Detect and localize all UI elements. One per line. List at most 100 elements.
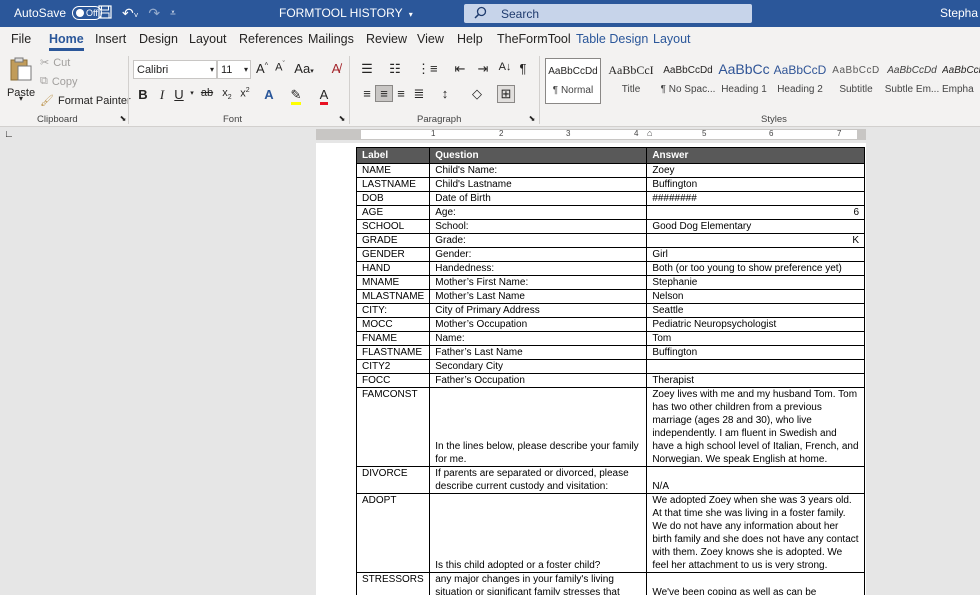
align-left-icon[interactable]: ≡ [358,86,376,101]
cell-question[interactable]: If parents are separated or divorced, pl… [429,466,648,494]
shrink-font-icon[interactable]: Aˇ [271,61,289,74]
tab-design[interactable]: Design [139,32,178,46]
style-subtitle[interactable]: AaBbCcD Subtitle [828,58,884,104]
cell-label[interactable]: CITY2 [355,359,431,374]
align-right-icon[interactable]: ≡ [392,86,410,101]
cell-label[interactable]: MLASTNAME [355,289,431,304]
cut-button[interactable]: ✂ Cut [40,56,70,70]
cell-answer[interactable]: Stephanie [646,275,865,290]
cell-answer[interactable]: Pediatric Neuropsychologist [646,317,865,332]
cell-answer[interactable]: K [646,233,865,248]
cell-answer[interactable]: N/A [646,466,865,494]
shading-icon[interactable]: ◇ [468,86,486,102]
cell-question[interactable]: Age: [429,205,648,220]
cell-answer[interactable]: Girl [646,247,865,262]
cell-label[interactable]: GRADE [355,233,431,248]
tab-table-design[interactable]: Table Design [576,32,648,46]
paste-chevron-icon[interactable]: ▾ [8,94,34,103]
tab-home[interactable]: Home [49,32,84,51]
cell-answer[interactable]: 6 [646,205,865,220]
cell-label[interactable]: ADOPT [355,493,431,573]
highlight-icon[interactable]: ✎ [287,87,305,105]
tab-theformtool[interactable]: TheFormTool [497,32,571,46]
cell-answer[interactable]: Seattle [646,303,865,318]
style-no-spacing[interactable]: AaBbCcDd ¶ No Spac... [660,58,716,104]
search-box[interactable]: Search [464,4,752,23]
cell-question[interactable]: Child's Name: [429,163,648,178]
tab-review[interactable]: Review [366,32,407,46]
line-spacing-icon[interactable]: ↕ [436,86,454,101]
paste-button[interactable]: Paste [7,56,35,99]
cell-question[interactable]: Handedness: [429,261,648,276]
cell-label[interactable]: CITY: [355,303,431,318]
justify-icon[interactable]: ≣ [410,86,428,102]
style-heading-1[interactable]: AaBbCc Heading 1 [716,58,772,104]
undo-icon[interactable]: ↶˅ [122,5,138,22]
style-normal[interactable]: AaBbCcDd ¶ Normal [545,58,601,104]
cell-label[interactable]: FAMCONST [355,387,431,467]
customize-qat-icon[interactable]: ⩡ [170,8,176,19]
cell-label[interactable]: HAND [355,261,431,276]
cell-question[interactable]: Mother’s First Name: [429,275,648,290]
format-painter-button[interactable]: 🖌 Format Painter [40,94,131,108]
tab-selector-icon[interactable]: ∟ [4,129,14,140]
tab-mailings[interactable]: Mailings [308,32,354,46]
tab-layout[interactable]: Layout [189,32,227,46]
cell-label[interactable]: LASTNAME [355,177,431,192]
cell-label[interactable]: MOCC [355,317,431,332]
cell-question[interactable]: Gender: [429,247,648,262]
cell-answer[interactable]: Good Dog Elementary [646,219,865,234]
cell-answer[interactable]: Buffington [646,345,865,360]
align-center-icon[interactable]: ≡ [375,85,393,102]
cell-question[interactable]: Grade: [429,233,648,248]
cell-question[interactable]: Secondary City [429,359,648,374]
cell-label[interactable]: DIVORCE [355,466,431,494]
cell-label[interactable]: NAME [355,163,431,178]
grow-font-icon[interactable]: A^ [253,61,271,76]
cell-question[interactable]: In the lines below, please describe your… [429,387,648,467]
bold-icon[interactable]: B [134,87,152,102]
strikethrough-icon[interactable]: ab [198,87,216,99]
borders-icon[interactable]: ⊞ [497,85,515,103]
cell-question[interactable]: Date of Birth [429,191,648,206]
autosave-control[interactable]: AutoSave Off [14,6,103,20]
style-emphasis[interactable]: AaBbCcl Empha [942,58,980,104]
header-question[interactable]: Question [429,147,648,164]
superscript-icon[interactable]: x2 [236,87,254,100]
cell-answer[interactable]: We've been coping as well as can be expe… [646,572,865,595]
show-formatting-icon[interactable]: ¶ [514,61,532,76]
cell-question[interactable]: School: [429,219,648,234]
font-name-select[interactable]: Calibri ▾ [133,60,217,79]
cell-question[interactable]: Name: [429,331,648,346]
tab-help[interactable]: Help [457,32,483,46]
text-effects-icon[interactable]: A [260,87,278,102]
cell-label[interactable]: STRESSORS [355,572,431,595]
cell-question[interactable]: City of Primary Address [429,303,648,318]
cell-question[interactable]: Child's Lastname [429,177,648,192]
decrease-indent-icon[interactable]: ⇤ [451,61,469,77]
cell-question[interactable]: Is this child adopted or a foster child? [429,493,648,573]
cell-label[interactable]: AGE [355,205,431,220]
horizontal-ruler[interactable]: 1 2 3 4 5 6 7 ⌂ [316,128,866,140]
tab-table-layout[interactable]: Layout [653,32,691,46]
save-icon[interactable] [98,5,112,22]
header-answer[interactable]: Answer [646,147,865,164]
cell-answer[interactable]: Buffington [646,177,865,192]
redo-icon[interactable]: ↷ [148,5,160,22]
header-label[interactable]: Label [355,147,431,164]
cell-answer[interactable]: We adopted Zoey when she was 3 years old… [646,493,865,573]
tab-references[interactable]: References [239,32,303,46]
tab-file[interactable]: File [11,32,31,46]
cell-question[interactable]: Mother’s Occupation [429,317,648,332]
bullets-icon[interactable]: ☰ [358,61,376,77]
tab-insert[interactable]: Insert [95,32,126,46]
increase-indent-icon[interactable]: ⇥ [474,61,492,77]
italic-icon[interactable]: I [153,87,171,103]
cell-question[interactable]: Father’s Occupation [429,373,648,388]
numbering-icon[interactable]: ☷ [386,61,404,77]
cell-answer[interactable] [646,359,865,374]
cell-label[interactable]: DOB [355,191,431,206]
cell-label[interactable]: MNAME [355,275,431,290]
cell-answer[interactable]: Nelson [646,289,865,304]
user-name[interactable]: Stepha [940,6,978,20]
